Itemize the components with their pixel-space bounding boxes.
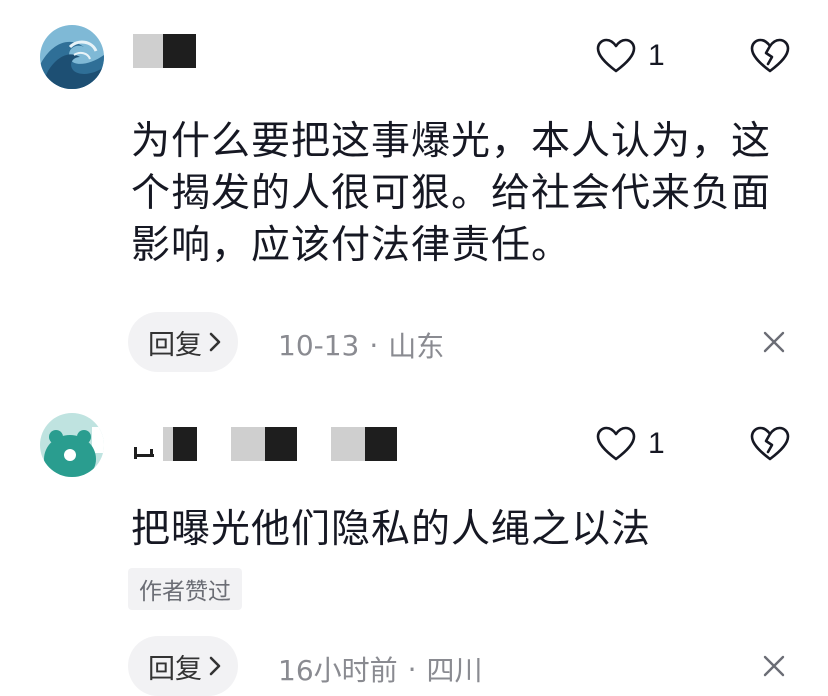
name-glyph-fragment: [134, 447, 154, 459]
comment-item: 1 为什么要把这事爆光，本人认为，这个揭发的人很可狠。给社会代来负面影响，应该付…: [0, 0, 828, 400]
username-masked[interactable]: [133, 34, 196, 68]
close-icon: [763, 655, 785, 677]
mask-block: [163, 34, 196, 68]
chevron-right-icon: [209, 332, 221, 352]
mask-block: [365, 427, 397, 461]
broken-heart-icon: [750, 426, 790, 461]
username-masked[interactable]: [133, 427, 397, 461]
reply-label: 回复: [148, 329, 202, 361]
broken-heart-icon: [750, 38, 790, 73]
avatar[interactable]: [40, 25, 104, 89]
reply-button[interactable]: 回复: [128, 312, 238, 372]
meta-separator: ·: [369, 328, 379, 362]
creature-avatar-image: [40, 413, 104, 477]
like-count: 1: [648, 39, 665, 72]
chevron-right-icon: [209, 656, 221, 676]
avatar[interactable]: [40, 413, 104, 477]
heart-outline-icon: [596, 38, 636, 73]
heart-outline-icon: [596, 426, 636, 461]
reply-button[interactable]: 回复: [128, 636, 238, 696]
comment-text: 把曝光他们隐私的人绳之以法: [131, 507, 652, 552]
mask-block: [133, 34, 163, 68]
comment-date: 10-13: [278, 328, 360, 362]
mask-block: [163, 427, 173, 461]
dislike-button[interactable]: [750, 426, 790, 466]
dislike-button[interactable]: [750, 38, 790, 78]
like-button[interactable]: 1: [596, 38, 665, 74]
comment-item: 1 把曝光他们隐私的人绳之以法 作者赞过 回复 16小时前 · 四川: [0, 400, 828, 696]
like-count: 1: [648, 427, 665, 460]
comment-location: 山东: [388, 330, 445, 363]
wave-avatar-image: [40, 25, 104, 89]
mask-block: [173, 427, 197, 461]
comment-date: 16小时前: [278, 654, 398, 687]
comment-text: 为什么要把这事爆光，本人认为，这个揭发的人很可狠。给社会代来负面影响，应该付法律…: [131, 119, 772, 268]
like-button[interactable]: 1: [596, 426, 665, 462]
author-liked-badge: 作者赞过: [128, 568, 242, 610]
dismiss-button[interactable]: [762, 330, 786, 358]
comment-meta: 16小时前 · 四川: [278, 649, 483, 689]
mask-block: [231, 427, 265, 461]
meta-separator: ·: [407, 652, 417, 686]
mask-block: [331, 427, 365, 461]
close-icon: [763, 331, 785, 353]
comment-location: 四川: [426, 654, 483, 687]
comment-meta: 10-13 · 山东: [278, 325, 444, 365]
mask-block: [265, 427, 297, 461]
reply-label: 回复: [148, 653, 202, 685]
dismiss-button[interactable]: [762, 654, 786, 682]
